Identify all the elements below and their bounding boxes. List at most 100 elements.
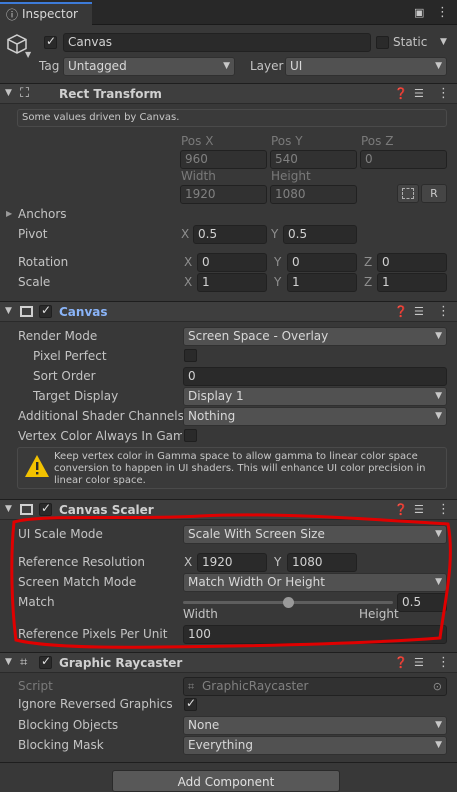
ui-scale-mode-dropdown[interactable]: Scale With Screen Size ▼ <box>183 525 447 544</box>
scale-x-label[interactable]: X <box>184 275 192 289</box>
warning-text: Keep vertex color in Gamma space to allo… <box>54 451 426 486</box>
chevron-down-icon: ▼ <box>435 740 442 750</box>
graphic-raycaster-title: Graphic Raycaster <box>59 656 183 670</box>
script-label: Script <box>18 679 53 693</box>
help-icon[interactable]: ❓ <box>394 305 408 318</box>
preset-icon[interactable]: ☰ <box>414 503 424 516</box>
ignore-reversed-checkbox[interactable] <box>184 696 197 711</box>
pivot-x-field[interactable]: 0.5 <box>193 225 267 244</box>
target-display-label: Target Display <box>33 389 119 403</box>
rot-z-field[interactable]: 0 <box>377 253 447 272</box>
info-icon: ⓘ <box>6 8 19 22</box>
blocking-objects-dropdown[interactable]: None ▼ <box>183 716 447 735</box>
active-checkbox[interactable] <box>44 34 57 49</box>
object-picker-icon[interactable]: ⊙ <box>433 678 442 695</box>
layer-dropdown[interactable]: UI ▼ <box>285 57 447 76</box>
inspector-tab[interactable]: ⓘ Inspector <box>0 2 92 25</box>
object-name-field[interactable]: Canvas <box>63 33 371 52</box>
ref-y-field[interactable]: 1080 <box>287 553 357 572</box>
scale-z-field[interactable]: 1 <box>377 273 447 292</box>
match-slider-thumb[interactable] <box>283 597 294 608</box>
sort-order-label: Sort Order <box>33 369 96 383</box>
help-icon[interactable]: ❓ <box>394 87 408 100</box>
preset-icon[interactable]: ☰ <box>414 656 424 669</box>
pivot-y-label[interactable]: Y <box>271 227 278 241</box>
raw-edit-button[interactable]: R <box>421 184 447 203</box>
static-label: Static <box>393 35 428 49</box>
blueprint-mode-button[interactable] <box>397 184 419 203</box>
rot-z-label[interactable]: Z <box>364 255 372 269</box>
shader-channels-dropdown[interactable]: Nothing ▼ <box>183 407 447 426</box>
canvas-header[interactable]: ▼ Canvas ❓ ☰ ⋮ <box>0 301 457 322</box>
context-menu-icon[interactable]: ⋮ <box>437 86 450 101</box>
pivot-x-label[interactable]: X <box>181 227 189 241</box>
anchors-label[interactable]: Anchors <box>18 207 67 221</box>
icon-dropdown-arrow[interactable]: ▼ <box>25 50 31 59</box>
canvas-icon <box>20 306 33 317</box>
match-width-caption: Width <box>183 607 218 621</box>
ref-x-label[interactable]: X <box>184 555 192 569</box>
canvas-title: Canvas <box>59 305 108 319</box>
graphic-raycaster-header[interactable]: ▼ ⌗ Graphic Raycaster ❓ ☰ ⋮ <box>0 652 457 673</box>
ref-ppu-field[interactable]: 100 <box>183 625 447 644</box>
canvas-scaler-header[interactable]: ▼ Canvas Scaler ❓ ☰ ⋮ <box>0 499 457 520</box>
context-menu-icon[interactable]: ⋮ <box>437 304 450 319</box>
bottom-divider <box>0 762 457 763</box>
preset-icon[interactable]: ☰ <box>414 87 424 100</box>
context-menu-icon[interactable]: ⋮ <box>437 502 450 517</box>
anchors-foldout-icon[interactable]: ▶ <box>6 209 12 218</box>
foldout-arrow-icon[interactable]: ▼ <box>5 306 12 316</box>
scale-y-field[interactable]: 1 <box>287 273 357 292</box>
chevron-down-icon: ▼ <box>435 720 442 730</box>
scale-y-label[interactable]: Y <box>274 275 281 289</box>
ref-y-label[interactable]: Y <box>274 555 281 569</box>
foldout-arrow-icon[interactable]: ▼ <box>5 504 12 514</box>
foldout-arrow-icon[interactable]: ▼ <box>5 657 12 667</box>
warning-icon <box>25 455 49 477</box>
static-checkbox[interactable] <box>376 36 389 49</box>
rot-y-label[interactable]: Y <box>274 255 281 269</box>
context-menu-icon[interactable]: ⋮ <box>437 655 450 670</box>
add-component-button[interactable]: Add Component <box>112 770 340 792</box>
width-field: 1920 <box>180 185 267 204</box>
match-value-field[interactable]: 0.5 <box>397 593 447 612</box>
rot-x-field[interactable]: 0 <box>197 253 267 272</box>
raycaster-icon: ⌗ <box>20 655 28 670</box>
sort-order-field[interactable]: 0 <box>183 367 447 386</box>
static-dropdown-arrow[interactable]: ▼ <box>440 37 447 47</box>
foldout-arrow-icon[interactable]: ▼ <box>5 88 12 98</box>
ignore-reversed-label: Ignore Reversed Graphics <box>18 697 173 711</box>
canvas-scaler-title: Canvas Scaler <box>59 503 154 517</box>
render-mode-dropdown[interactable]: Screen Space - Overlay ▼ <box>183 327 447 346</box>
help-icon[interactable]: ❓ <box>394 503 408 516</box>
layer-value: UI <box>290 59 303 73</box>
screen-match-mode-dropdown[interactable]: Match Width Or Height ▼ <box>183 573 447 592</box>
canvas-scaler-enabled-checkbox[interactable] <box>39 501 52 516</box>
pivot-y-field[interactable]: 0.5 <box>283 225 357 244</box>
ref-x-field[interactable]: 1920 <box>197 553 267 572</box>
tag-dropdown[interactable]: Untagged ▼ <box>63 57 235 76</box>
blocking-objects-value: None <box>188 718 220 732</box>
canvas-enabled-checkbox[interactable] <box>39 303 52 318</box>
more-menu-icon[interactable]: ⋮ <box>436 5 449 20</box>
blueprint-icon <box>402 188 414 199</box>
tab-title: Inspector <box>22 7 78 21</box>
pixel-perfect-checkbox[interactable] <box>184 349 197 362</box>
target-display-dropdown[interactable]: Display 1 ▼ <box>183 387 447 406</box>
scale-x-field[interactable]: 1 <box>197 273 267 292</box>
lock-icon[interactable]: ▣ <box>414 6 424 19</box>
help-icon[interactable]: ❓ <box>394 656 408 669</box>
pos-y-label: Pos Y <box>271 134 303 148</box>
rect-transform-header[interactable]: ▼ ⛶ Rect Transform ❓ ☰ ⋮ <box>0 83 457 104</box>
graphic-raycaster-enabled-checkbox[interactable] <box>39 654 52 669</box>
pos-z-field[interactable]: 0 <box>360 150 447 169</box>
ui-scale-mode-value: Scale With Screen Size <box>188 527 325 541</box>
chevron-down-icon: ▼ <box>435 391 442 401</box>
preset-icon[interactable]: ☰ <box>414 305 424 318</box>
rot-x-label[interactable]: X <box>184 255 192 269</box>
vertex-color-checkbox[interactable] <box>184 429 197 442</box>
rect-transform-icon: ⛶ <box>20 86 30 101</box>
scale-z-label[interactable]: Z <box>364 275 372 289</box>
blocking-mask-dropdown[interactable]: Everything ▼ <box>183 736 447 755</box>
rot-y-field[interactable]: 0 <box>287 253 357 272</box>
